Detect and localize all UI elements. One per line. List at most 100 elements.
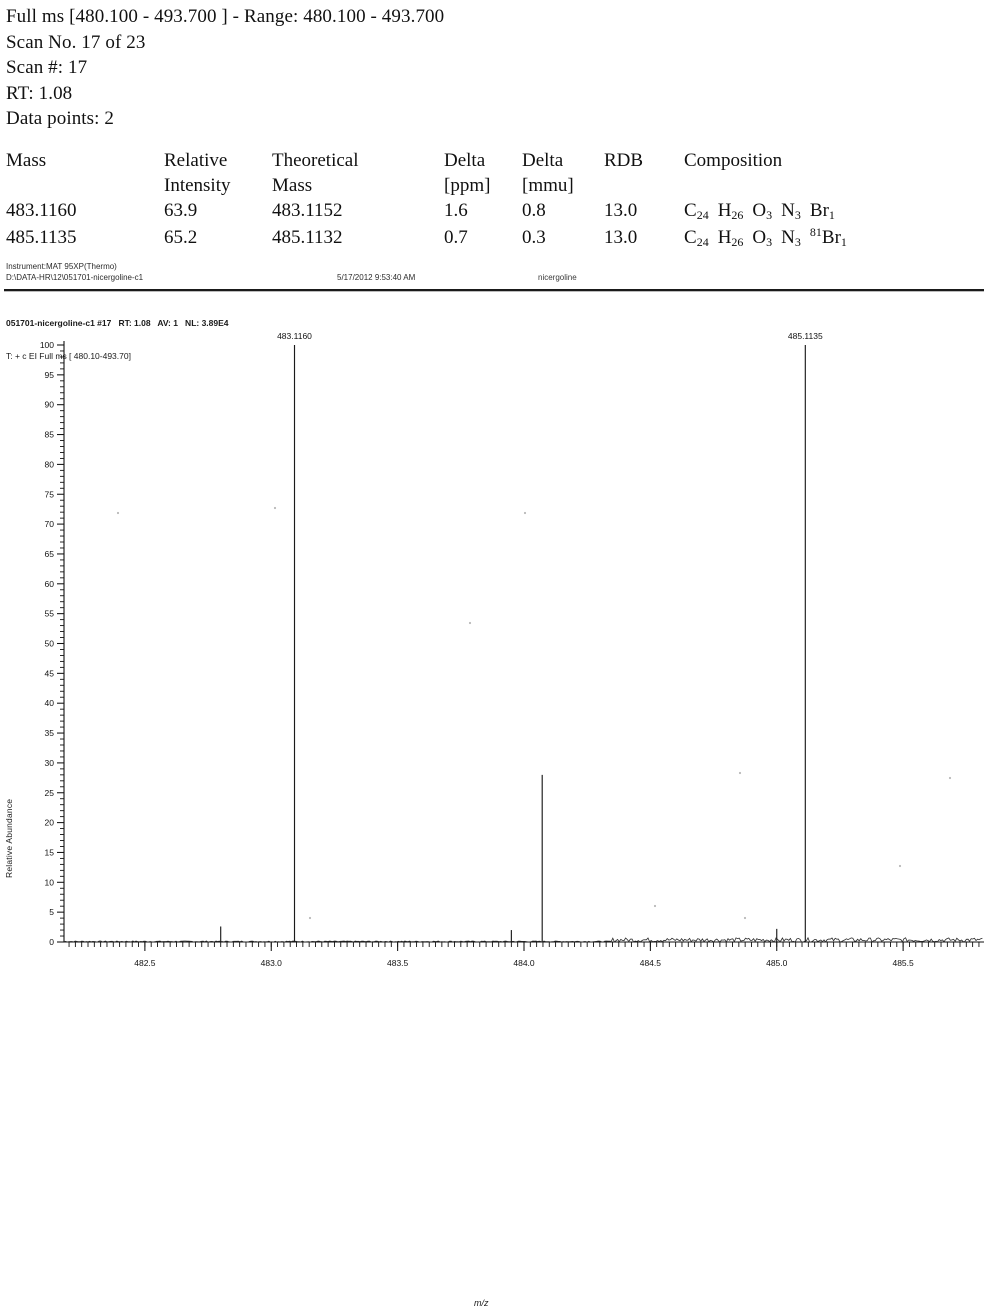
spectrum-canvas: 0 5 10 15 20 25 30 35 40 45 50 55 60 65 70 75 80 85 90 95 10… bbox=[40, 331, 984, 968]
cell-delta-ppm: 1.6 bbox=[444, 200, 468, 221]
instrument-file-path: D:\DATA-HR\12\051701-nicergoline-c1 bbox=[6, 273, 144, 282]
x-tick-label: 484.0 bbox=[513, 958, 535, 968]
report-line-rt: RT: 1.08 bbox=[6, 82, 73, 104]
table-header-row-1: Mass Relative Theoretical Delta Delta RD… bbox=[6, 148, 966, 173]
cell-composition: C24 H26 O3 N3 Br1 bbox=[684, 198, 966, 225]
scan-artifact bbox=[653, 904, 657, 908]
cell-delta-ppm: 0.7 bbox=[444, 227, 468, 248]
header-delta-mmu: Delta bbox=[522, 150, 564, 171]
y-tick-label: 30 bbox=[45, 758, 55, 768]
x-tick-label: 484.5 bbox=[640, 958, 662, 968]
y-tick-label: 0 bbox=[49, 937, 54, 947]
cell-delta-mmu: 0.8 bbox=[522, 200, 546, 221]
composition-element: 81Br1 bbox=[809, 225, 847, 249]
y-tick-label: 35 bbox=[45, 728, 55, 738]
x-tick-label: 483.0 bbox=[261, 958, 283, 968]
report-line-scan-no: Scan No. 17 of 23 bbox=[6, 31, 146, 53]
report-line-scan-number: Scan #: 17 bbox=[6, 57, 88, 78]
composition-element: C24 bbox=[684, 200, 709, 222]
baseline-noise bbox=[63, 936, 983, 943]
scan-artifact bbox=[898, 864, 902, 868]
cell-rdb: 13.0 bbox=[604, 227, 638, 248]
y-tick-label: 25 bbox=[45, 788, 55, 798]
report-line-range: Full ms [480.100 - 493.700 ] - Range: 48… bbox=[6, 6, 445, 27]
header-delta-ppm: Delta bbox=[444, 150, 486, 171]
peak-label: 483.1160 bbox=[277, 331, 312, 341]
header-mass-sub-2: Mass bbox=[272, 175, 313, 196]
header-intensity-sub: Intensity bbox=[164, 175, 231, 196]
header-rdb-sub bbox=[604, 173, 684, 198]
cell-mass: 485.1135 bbox=[6, 227, 77, 248]
instrument-name: Instrument:MAT 95XP(Thermo) bbox=[6, 262, 117, 271]
table-row: 485.1135 65.2 485.1132 0.7 0.3 13.0 C24 H… bbox=[6, 225, 966, 252]
composition-element: O3 bbox=[752, 227, 773, 249]
scan-artifact bbox=[468, 621, 472, 625]
y-tick-label: 75 bbox=[45, 489, 55, 499]
y-axis-title: Relative Abundance bbox=[4, 798, 14, 878]
table-body: 483.1160 63.9 483.1152 1.6 0.8 13.0 C24 H… bbox=[6, 198, 966, 252]
header-ppm-unit: [ppm] bbox=[444, 175, 491, 196]
cell-delta-mmu: 0.3 bbox=[522, 227, 546, 248]
composition-element: N3 bbox=[781, 227, 801, 249]
header-divider bbox=[4, 289, 984, 292]
header-composition: Composition bbox=[684, 150, 783, 171]
header-rdb: RDB bbox=[604, 150, 644, 171]
composition-element: H26 bbox=[717, 200, 744, 222]
header-composition-sub bbox=[684, 173, 966, 198]
acquisition-datetime: 5/17/2012 9:53:40 AM bbox=[337, 273, 416, 282]
y-tick-label: 95 bbox=[45, 370, 55, 380]
y-tick-label: 45 bbox=[45, 668, 55, 678]
scan-artifact bbox=[743, 916, 747, 920]
x-tick-label: 485.0 bbox=[766, 958, 788, 968]
cell-theoretical-mass: 483.1152 bbox=[272, 200, 343, 221]
cell-theoretical-mass: 485.1132 bbox=[272, 227, 343, 248]
cell-composition: C24 H26 O3 N3 81Br1 bbox=[684, 225, 966, 252]
cell-relative-intensity: 65.2 bbox=[164, 227, 198, 248]
scan-artifact bbox=[948, 776, 952, 780]
composition-element: N3 bbox=[781, 200, 801, 222]
y-tick-label: 65 bbox=[45, 549, 55, 559]
y-tick-label: 15 bbox=[45, 847, 55, 857]
header-theoretical: Theoretical bbox=[272, 150, 359, 171]
cell-relative-intensity: 63.9 bbox=[164, 200, 198, 221]
mass-spectrum-plot: Relative Abundance m/z 0 5 10 15 20 25 30 35 40 4… bbox=[0, 318, 992, 1308]
y-tick-label: 80 bbox=[45, 459, 55, 469]
y-tick-label: 20 bbox=[45, 818, 55, 828]
report-line-data-points: Data points: 2 bbox=[6, 108, 114, 129]
scan-artifact bbox=[738, 771, 742, 775]
x-tick-label: 485.5 bbox=[892, 958, 914, 968]
composition-element: O3 bbox=[752, 200, 773, 222]
y-tick-label: 40 bbox=[45, 698, 55, 708]
scan-artifact bbox=[116, 511, 120, 515]
y-tick-label: 100 bbox=[40, 340, 54, 350]
peak-label: 485.1135 bbox=[788, 331, 823, 341]
sample-name: nicergoline bbox=[538, 273, 577, 282]
composition-element: Br1 bbox=[809, 200, 835, 222]
table-header-row-2: Intensity Mass [ppm] [mmu] bbox=[6, 173, 966, 198]
scan-report-header: Full ms [480.100 - 493.700 ] - Range: 48… bbox=[6, 4, 966, 132]
y-tick-label: 90 bbox=[45, 400, 55, 410]
scan-artifact bbox=[308, 916, 312, 920]
composition-element: C24 bbox=[684, 227, 709, 249]
y-tick-label: 70 bbox=[45, 519, 55, 529]
y-tick-label: 55 bbox=[45, 609, 55, 619]
elemental-composition-table: Mass Relative Theoretical Delta Delta RD… bbox=[6, 148, 966, 252]
y-tick-label: 5 bbox=[49, 907, 54, 917]
cell-rdb: 13.0 bbox=[604, 200, 638, 221]
header-mmu-unit: [mmu] bbox=[522, 175, 574, 196]
x-axis-title: m/z bbox=[474, 1298, 489, 1308]
header-mass-sub bbox=[6, 173, 164, 198]
y-tick-label: 10 bbox=[45, 877, 55, 887]
scan-artifact bbox=[523, 511, 527, 515]
cell-mass: 483.1160 bbox=[6, 200, 77, 221]
y-tick-label: 60 bbox=[45, 579, 55, 589]
header-mass: Mass bbox=[6, 150, 47, 171]
instrument-info-strip: Instrument:MAT 95XP(Thermo) D:\DATA-HR\1… bbox=[4, 262, 984, 298]
composition-element: H26 bbox=[717, 227, 744, 249]
scan-artifact bbox=[273, 506, 277, 510]
header-relative: Relative bbox=[164, 150, 228, 171]
y-tick-label: 50 bbox=[45, 639, 55, 649]
x-tick-label: 482.5 bbox=[134, 958, 156, 968]
x-tick-label: 483.5 bbox=[387, 958, 409, 968]
y-tick-label: 85 bbox=[45, 430, 55, 440]
